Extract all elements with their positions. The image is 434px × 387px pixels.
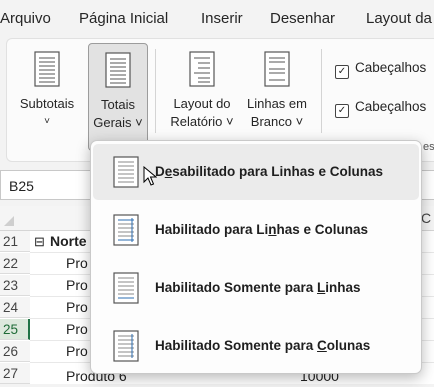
row-header[interactable]: 23 <box>0 275 30 296</box>
subtotals-button[interactable]: Subtotais ˅ <box>12 43 82 149</box>
divider <box>321 49 322 133</box>
table-cell[interactable]: Pro <box>66 341 88 362</box>
option-columns-only[interactable]: Habilitado Somente para Colunas <box>93 318 419 374</box>
grand-totals-rows-icon <box>113 272 139 304</box>
checkmark-icon: ✓ <box>335 104 349 118</box>
subtotals-icon <box>34 51 60 87</box>
report-layout-button[interactable]: Layout do Relatório ˅ <box>163 43 241 149</box>
menu-layout[interactable]: Layout da <box>366 10 432 27</box>
grand-totals-rows-columns-icon <box>113 214 139 246</box>
report-layout-label-1: Layout do <box>173 96 231 111</box>
row-header[interactable]: 24 <box>0 297 30 318</box>
table-cell[interactable]: Pro <box>66 319 88 340</box>
grand-totals-label-1: Totais <box>101 97 135 112</box>
option-enabled-rows-columns[interactable]: Habilitado para Linhas e Colunas <box>93 202 419 258</box>
table-cell[interactable]: Norte <box>50 231 87 252</box>
row-headers-checkbox[interactable]: ✓ Cabeçalhos <box>335 60 427 79</box>
blank-rows-label-2: Branco ˅ <box>250 114 304 129</box>
name-box[interactable]: B25 <box>0 170 92 200</box>
grand-totals-dropdown: Desabilitado para Linhas e Colunas Habil… <box>90 140 422 374</box>
grand-totals-button[interactable]: Totais Gerais ˅ <box>88 43 148 151</box>
mouse-pointer-icon <box>143 166 157 186</box>
menu-desenhar[interactable]: Desenhar <box>270 10 335 27</box>
checkmark-icon: ✓ <box>335 65 349 79</box>
table-cell[interactable]: Pro <box>66 275 88 296</box>
option-accelerator: C <box>317 338 327 353</box>
option-accelerator: n <box>268 222 277 237</box>
option-text-post: sabilitado para Linhas e Colunas <box>172 164 384 179</box>
blank-rows-button[interactable]: Linhas em Branco ˅ <box>241 43 313 149</box>
column-headers-checkbox[interactable]: ✓ Cabeçalhos <box>335 99 427 118</box>
option-text-post: has e Colunas <box>276 222 369 237</box>
group-label-fragment: es <box>423 141 434 153</box>
option-text-pre: Habilitado para Li <box>155 222 269 237</box>
option-disabled-rows-columns[interactable]: Desabilitado para Linhas e Colunas <box>93 144 419 200</box>
row-header[interactable]: 26 <box>0 341 30 362</box>
option-text-pre: Habilitado Somente para <box>155 338 318 353</box>
column-c-header[interactable]: C <box>421 210 431 226</box>
blank-rows-label-1: Linhas em <box>247 96 307 111</box>
option-rows-only[interactable]: Habilitado Somente para Linhas <box>93 260 419 316</box>
grand-totals-label-2: Gerais ˅ <box>93 115 143 130</box>
divider <box>155 49 156 133</box>
table-cell[interactable]: Pro <box>66 253 88 274</box>
menu-bar: Arquivo Página Inicial Inserir Desenhar … <box>0 0 434 38</box>
grand-totals-columns-icon <box>113 330 139 362</box>
report-layout-icon <box>189 51 215 87</box>
row-header[interactable]: 27 <box>0 363 30 384</box>
grand-totals-icon <box>105 52 131 88</box>
collapse-toggle-icon[interactable]: ⊟ <box>34 231 45 252</box>
menu-pagina-inicial[interactable]: Página Inicial <box>79 10 168 27</box>
select-all-corner[interactable] <box>4 216 14 226</box>
option-text-pre: Habilitado Somente para <box>155 280 318 295</box>
subtotals-label: Subtotais <box>19 96 75 111</box>
row-header-active[interactable]: 25 <box>0 319 30 340</box>
column-headers-label: Cabeçalhos <box>355 99 427 114</box>
row-header[interactable]: 22 <box>0 253 30 274</box>
chevron-down-icon: ˅ <box>44 116 50 127</box>
table-cell[interactable]: Pro <box>66 297 88 318</box>
blank-rows-icon <box>264 51 290 87</box>
row-header[interactable]: 21 <box>0 231 30 252</box>
menu-inserir[interactable]: Inserir <box>201 10 243 27</box>
option-text-post: inhas <box>325 280 361 295</box>
menu-arquivo[interactable]: Arquivo <box>0 10 51 27</box>
row-headers-label: Cabeçalhos <box>355 60 427 75</box>
report-layout-label-2: Relatório ˅ <box>170 114 234 129</box>
option-text-post: olunas <box>326 338 371 353</box>
grand-totals-off-icon <box>113 156 139 188</box>
